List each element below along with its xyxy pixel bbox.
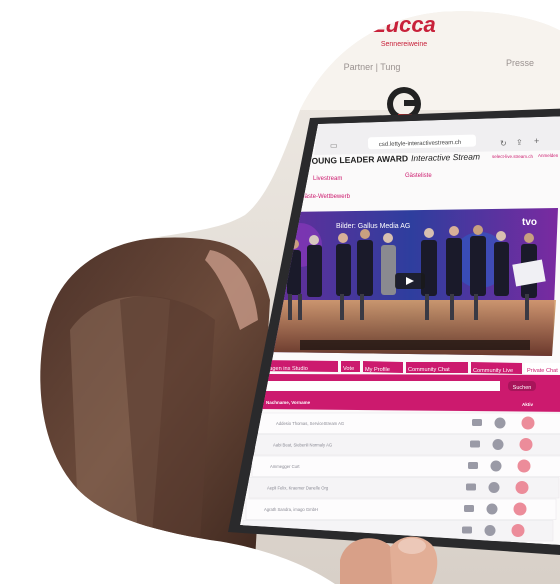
chat-bubble-icon[interactable] (494, 417, 506, 429)
status-dot-icon (517, 459, 531, 473)
book-icon[interactable]: ▭ (330, 141, 338, 150)
video-call-icon[interactable] (472, 419, 482, 426)
sponsor-subtext: Sennereiweine (381, 41, 427, 48)
wall-sign-left: Partner | Tung (344, 62, 401, 72)
status-dot-icon (515, 481, 529, 494)
chat-bubble-icon[interactable] (488, 482, 500, 493)
guest-name: Aabi Beat, Siebenli Normaly AG (273, 443, 332, 448)
video-call-icon[interactable] (464, 505, 474, 512)
photo-scene: Lucca Sennereiweine Partner | Tung Press… (0, 0, 560, 584)
chat-bubble-icon[interactable] (490, 460, 502, 472)
video-call-icon[interactable] (470, 440, 480, 448)
status-dot-icon (521, 416, 535, 430)
guest-name: Addesio Thomas, ServiceStream AG (276, 421, 344, 426)
table-header: Nachname, Vorname (266, 400, 311, 405)
new-tab-icon[interactable]: + (534, 136, 539, 146)
sponsor-logo: Lucca (372, 12, 436, 37)
table-row[interactable]: Ammegger Curt (251, 455, 560, 477)
wall-sign-right: Presse (506, 58, 534, 68)
guest-name: Aepli Felix, Kraemer Danelle Org (267, 486, 329, 491)
status-dot-icon (513, 502, 527, 516)
table-row[interactable]: Agrath Sandra, imago GmbH (245, 498, 557, 520)
status-dot-icon (511, 524, 525, 537)
blob-photo: Lucca Sennereiweine Partner | Tung Press… (40, 11, 560, 584)
svg-text:Vote: Vote (343, 366, 354, 372)
top-link-stream[interactable]: select-live.stream.ch (492, 154, 534, 159)
guest-name: Agrath Sandra, imago GmbH (264, 507, 318, 512)
svg-text:My Profile: My Profile (365, 367, 390, 373)
top-link-login[interactable]: Anmelden (538, 153, 559, 158)
svg-text:Community Live: Community Live (473, 368, 513, 374)
status-dot-icon (519, 438, 533, 451)
table-row[interactable]: Aepli Felix, Kraemer Danelle Org (248, 477, 560, 499)
chat-panel-header (258, 374, 560, 412)
svg-text:Private Chat: Private Chat (527, 368, 558, 374)
guest-name: Ammegger Curt (270, 464, 300, 469)
video-caption: Bilder: Gallus Media AG (336, 223, 410, 230)
video-call-icon[interactable] (462, 526, 472, 534)
table-row[interactable]: Aabi Beat, Siebenli Normaly AG (254, 434, 560, 456)
chat-bubble-icon[interactable] (492, 439, 504, 450)
reload-icon[interactable]: ↻ (500, 139, 507, 148)
video-call-icon[interactable] (466, 483, 476, 491)
search-button-label: Suchen (513, 385, 532, 391)
table-header-active: Aktiv (522, 402, 534, 407)
svg-text:Community Chat: Community Chat (408, 367, 450, 373)
table-row[interactable]: Addesio Thomas, ServiceStream AG (257, 412, 560, 434)
tvo-logo: tvo (522, 217, 537, 228)
nav-wettbewerb[interactable]: Gäste-Wettbewerb (300, 194, 351, 200)
share-icon[interactable]: ⇪ (516, 138, 523, 147)
search-input[interactable] (264, 381, 500, 391)
nav-livestream[interactable]: Livestream (313, 176, 342, 182)
nav-gaesteliste[interactable]: Gästeliste (405, 173, 432, 179)
chat-bubble-icon[interactable] (484, 525, 496, 536)
chat-bubble-icon[interactable] (486, 503, 498, 515)
video-call-icon[interactable] (468, 462, 478, 469)
video-player[interactable]: Bilder: Gallus Media AG tvo (264, 208, 558, 356)
